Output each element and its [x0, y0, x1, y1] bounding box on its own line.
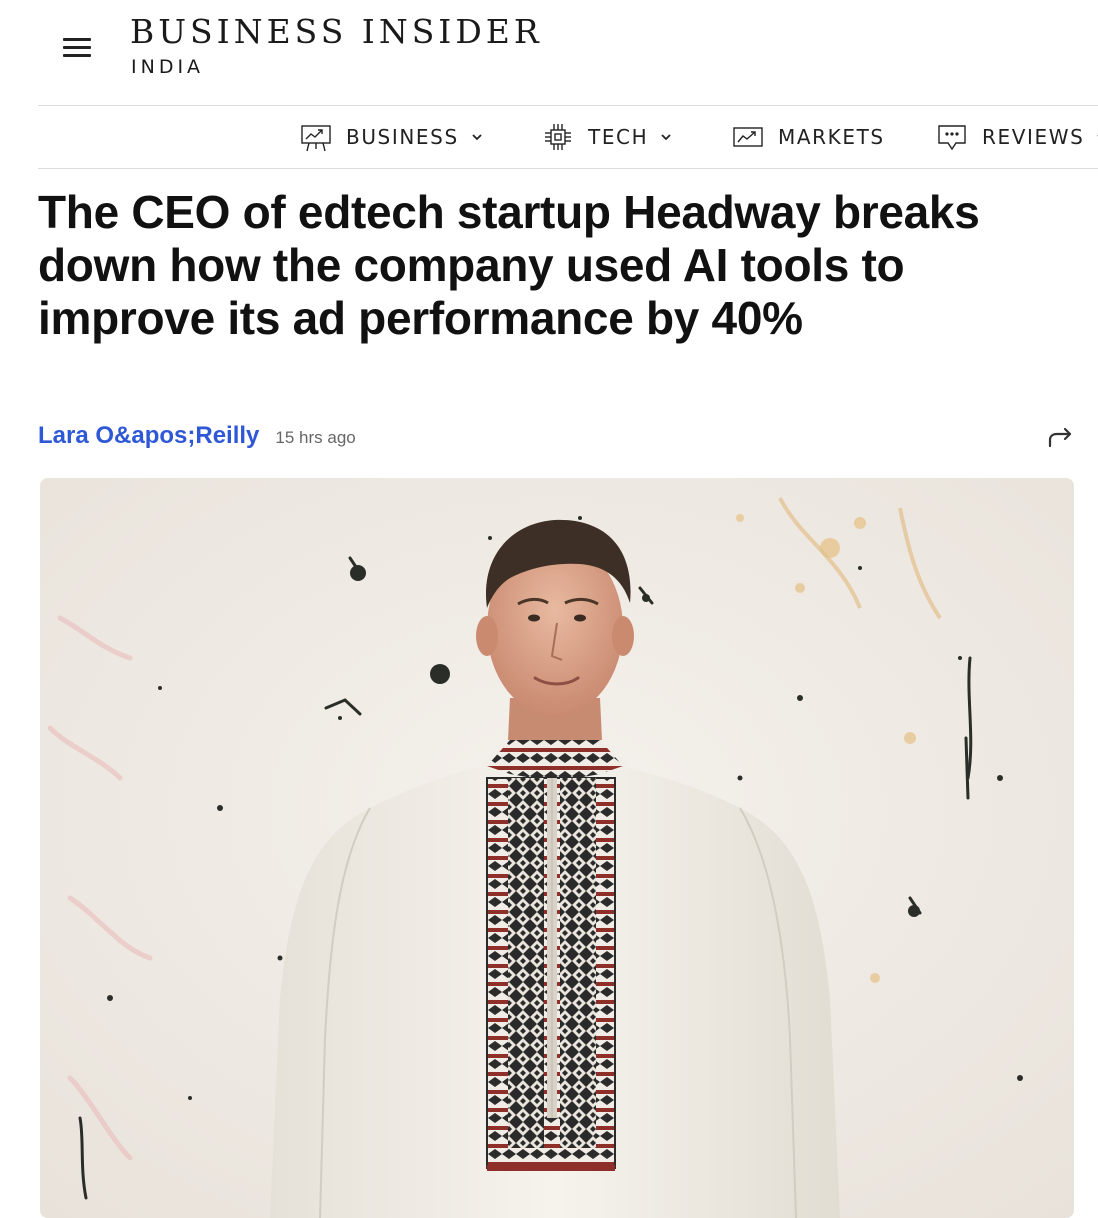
nav-divider: [38, 168, 1098, 169]
chevron-down-icon: [472, 134, 482, 141]
publish-time: 15 hrs ago: [275, 428, 356, 447]
nav-label-business: BUSINESS: [346, 125, 459, 149]
article-hero-image: [40, 478, 1074, 1218]
author-link[interactable]: Lara O&apos;Reilly: [38, 422, 259, 450]
nav-item-business[interactable]: BUSINESS: [300, 120, 483, 154]
nav-label-reviews: REVIEWS: [982, 125, 1085, 149]
chevron-down-icon: [661, 134, 671, 141]
menu-icon[interactable]: [63, 38, 91, 58]
chip-icon: [545, 124, 571, 150]
ceo-portrait-image: [40, 478, 1074, 1218]
site-edition: INDIA: [131, 56, 205, 78]
presentation-chart-icon: [301, 125, 331, 152]
nav-item-markets[interactable]: MARKETS: [732, 120, 885, 154]
share-icon[interactable]: [1046, 424, 1076, 450]
nav-item-reviews[interactable]: REVIEWS: [936, 120, 1098, 154]
nav-label-tech: TECH: [588, 125, 649, 149]
trend-chart-icon: [733, 127, 763, 147]
main-nav: BUSINESS TECH MARKETS REVIEWS: [0, 106, 1098, 168]
site-logo[interactable]: BUSINESS INSIDER: [130, 12, 543, 51]
site-header: BUSINESS INSIDER INDIA: [0, 0, 1098, 106]
article-byline: Lara O&apos;Reilly 15 hrs ago: [38, 422, 356, 456]
nav-item-tech[interactable]: TECH: [542, 120, 672, 154]
nav-label-markets: MARKETS: [778, 125, 885, 149]
article-headline: The CEO of edtech startup Headway breaks…: [38, 186, 980, 344]
speech-bubble-icon: [938, 125, 966, 151]
